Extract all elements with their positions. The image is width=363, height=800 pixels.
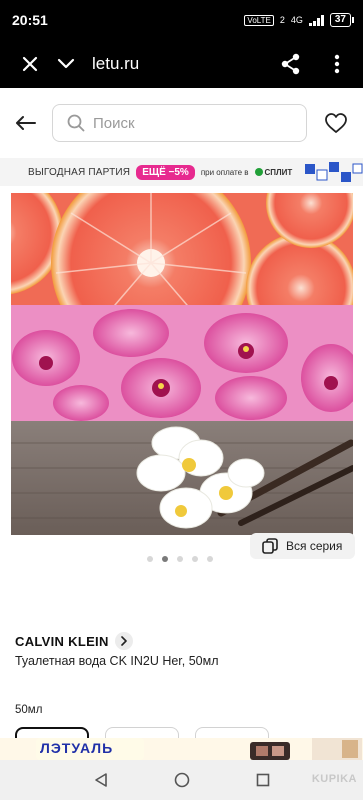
system-nav-bar: [0, 760, 363, 800]
close-icon[interactable]: [12, 46, 48, 82]
back-arrow-icon[interactable]: [0, 101, 52, 145]
watermark: KUPIKA: [311, 773, 357, 785]
series-button[interactable]: Вся серия: [250, 533, 355, 559]
chevron-down-icon[interactable]: [48, 46, 84, 82]
product-name: Туалетная вода CK IN2U Her, 50мл: [15, 654, 219, 668]
pagination-dot[interactable]: [177, 556, 183, 562]
app-header: Поиск: [0, 88, 363, 158]
browser-bar: letu.ru: [0, 40, 363, 88]
search-icon: [67, 114, 85, 132]
nav-recents-icon[interactable]: [256, 773, 270, 787]
promo-badge: ЕЩЁ −5%: [136, 164, 195, 180]
signal-icon: [308, 14, 324, 26]
status-indicators: VoLTE 2 4G 37: [244, 13, 355, 27]
copy-icon: [262, 538, 278, 554]
gallery-pagination: [147, 556, 213, 562]
status-time: 20:51: [12, 12, 48, 28]
product-image: [11, 193, 353, 535]
network-type: 4G: [290, 15, 303, 25]
pagination-dot[interactable]: [147, 556, 153, 562]
promo-decoration-icon: [305, 162, 363, 182]
nav-back-icon[interactable]: [93, 772, 109, 788]
series-button-label: Вся серия: [286, 539, 343, 553]
status-bar: 20:51 VoLTE 2 4G 37: [0, 0, 363, 40]
brand-name[interactable]: CALVIN KLEIN: [15, 634, 109, 649]
split-logo: СПЛИТ: [254, 168, 292, 177]
share-icon[interactable]: [273, 46, 309, 82]
volume-label: 50мл: [15, 704, 43, 716]
battery-icon: 37: [329, 13, 355, 27]
letu-logo: ЛЭТУАЛЬ: [36, 738, 144, 760]
brand-row[interactable]: CALVIN KLEIN: [15, 632, 133, 650]
promo-note: при оплате в: [200, 167, 249, 177]
search-placeholder: Поиск: [93, 114, 135, 132]
promo-title: ВЫГОДНАЯ ПАРТИЯ: [28, 166, 131, 178]
browser-url[interactable]: letu.ru: [92, 54, 139, 74]
cosmetics-image: [250, 738, 362, 760]
screen: 20:51 VoLTE 2 4G 37 letu.ru Поиск ВЫГОДН…: [0, 0, 363, 800]
sim-indicator: 2: [279, 15, 285, 25]
chevron-right-icon[interactable]: [114, 632, 133, 650]
pagination-dot[interactable]: [162, 556, 168, 562]
pagination-dot[interactable]: [207, 556, 213, 562]
more-vertical-icon[interactable]: [319, 46, 355, 82]
promo-banner[interactable]: ВЫГОДНАЯ ПАРТИЯ ЕЩЁ −5% при оплате в СПЛ…: [0, 158, 363, 186]
search-input[interactable]: Поиск: [52, 104, 307, 142]
pagination-dot[interactable]: [192, 556, 198, 562]
product-gallery[interactable]: [11, 193, 353, 535]
heart-icon[interactable]: [321, 108, 351, 138]
split-logo-icon: [254, 168, 263, 176]
bottom-ad-banner[interactable]: ЛЭТУАЛЬ: [0, 738, 363, 760]
nav-home-icon[interactable]: [174, 772, 190, 788]
volte-indicator: VoLTE: [244, 14, 274, 26]
